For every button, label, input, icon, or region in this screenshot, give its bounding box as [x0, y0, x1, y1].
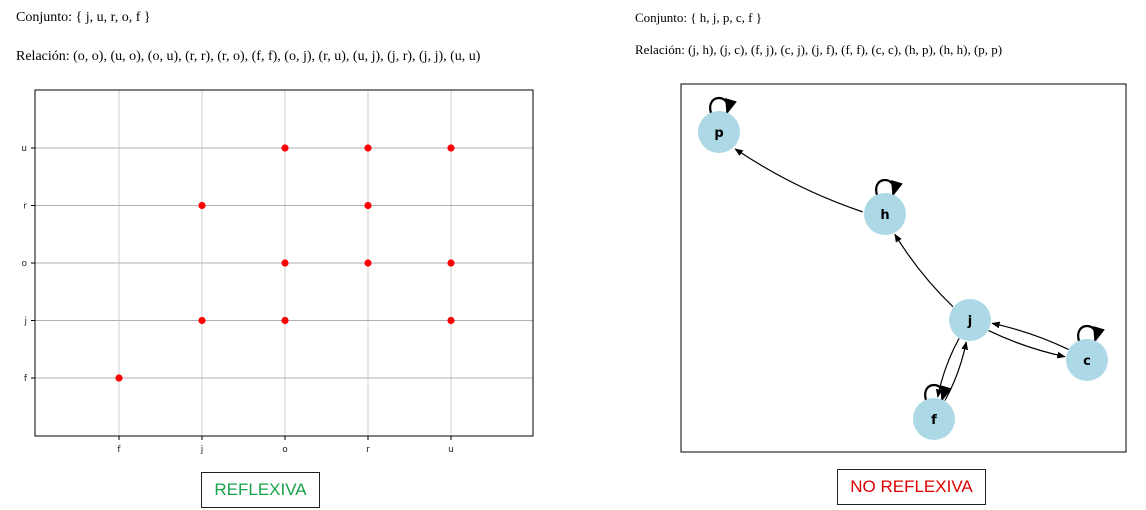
- graph-self-loop: [924, 384, 952, 402]
- graph-self-loop: [875, 179, 903, 197]
- y-tick-label: f: [24, 374, 28, 384]
- x-tick-label: j: [200, 445, 204, 455]
- data-point: [364, 201, 372, 210]
- graph-node-label: h: [880, 208, 889, 223]
- right-status-badge: NO REFLEXIVA: [837, 469, 986, 505]
- graph-edge: [734, 148, 863, 213]
- x-tick-label: r: [366, 445, 370, 455]
- left-status-label: REFLEXIVA: [214, 480, 307, 499]
- data-point: [281, 316, 289, 325]
- right-status-label: NO REFLEXIVA: [850, 477, 973, 496]
- graph-frame: [680, 83, 1127, 453]
- graph-node-label: j: [967, 314, 972, 329]
- left-status-badge: REFLEXIVA: [201, 472, 320, 508]
- data-point: [198, 316, 206, 325]
- y-tick-label: r: [23, 202, 27, 212]
- x-tick-label: u: [448, 445, 454, 455]
- charts-canvas: f j o r u f j o r u p h j c f: [21, 83, 1127, 455]
- graph-self-loop: [709, 97, 737, 115]
- y-tick-label: u: [21, 144, 27, 154]
- data-point: [364, 259, 372, 267]
- data-point: [447, 144, 455, 152]
- data-point: [364, 144, 372, 152]
- x-tick-label: f: [117, 445, 121, 455]
- data-point: [447, 259, 455, 267]
- graph-edge: [894, 233, 954, 308]
- graph-node-label: p: [714, 126, 723, 141]
- data-point: [115, 374, 123, 382]
- relation-directed-graph: p h j c f: [680, 83, 1127, 453]
- x-tick-label: o: [282, 445, 288, 455]
- data-point: [281, 259, 289, 267]
- data-point: [198, 201, 206, 210]
- graph-edge: [991, 321, 1069, 350]
- y-tick-label: o: [21, 259, 27, 269]
- graph-node-label: c: [1083, 354, 1091, 369]
- graph-edge: [988, 330, 1066, 359]
- graph-edge: [944, 341, 969, 401]
- graph-self-loop: [1077, 325, 1105, 343]
- data-point: [447, 316, 455, 325]
- data-point: [281, 144, 289, 152]
- y-tick-label: j: [23, 317, 27, 327]
- relation-scatter-plot: f j o r u f j o r u: [21, 89, 534, 455]
- graph-node-label: f: [931, 413, 937, 428]
